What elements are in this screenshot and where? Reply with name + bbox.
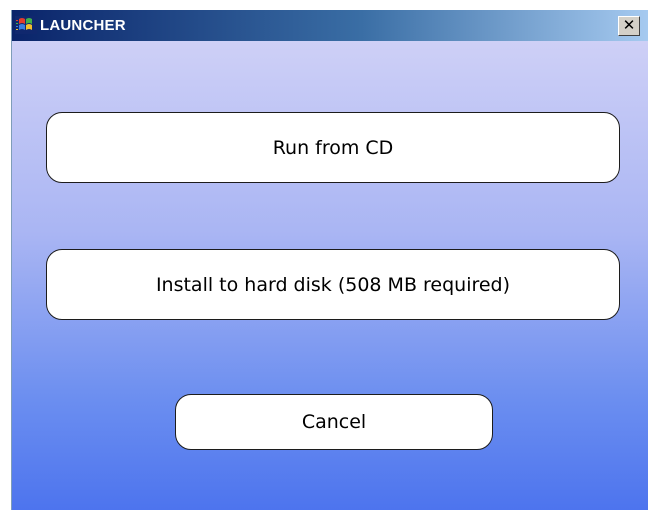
run-from-cd-label: Run from CD — [272, 136, 394, 159]
install-label: Install to hard disk (508 MB required) — [155, 273, 511, 296]
windows-flag-icon — [15, 16, 37, 34]
launcher-window: LAUNCHER ✕ Run from CD Install to hard d… — [11, 10, 648, 510]
cancel-button[interactable]: Cancel — [175, 394, 493, 450]
cancel-label: Cancel — [301, 411, 367, 433]
window-title: LAUNCHER — [40, 17, 126, 34]
run-from-cd-button[interactable]: Run from CD — [46, 112, 620, 183]
install-to-hard-disk-button[interactable]: Install to hard disk (508 MB required) — [46, 249, 620, 320]
title-bar[interactable]: LAUNCHER ✕ — [12, 10, 648, 41]
close-button[interactable]: ✕ — [618, 16, 640, 36]
close-icon: ✕ — [622, 16, 636, 34]
